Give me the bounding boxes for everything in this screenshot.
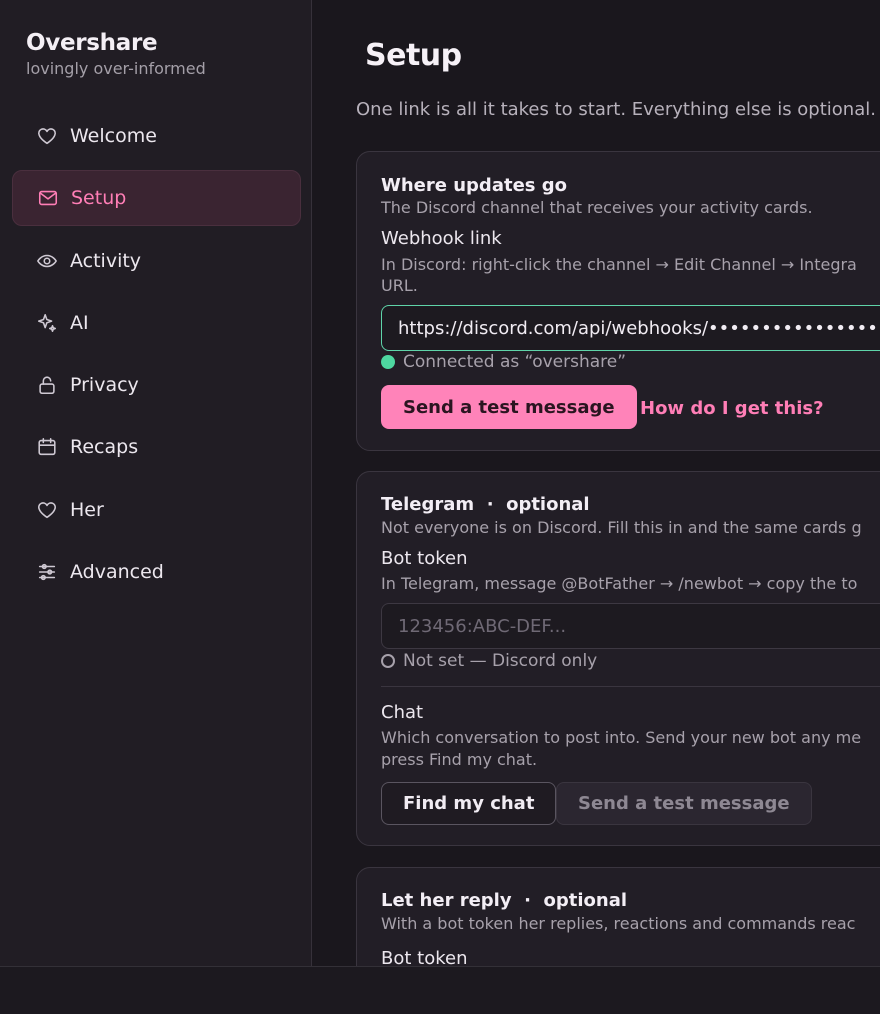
card-title: Let her reply · optional — [381, 890, 628, 911]
sidebar-item-label: Privacy — [70, 374, 139, 397]
connected-dot-icon — [381, 355, 395, 369]
sidebar: Overshare lovingly over-informed Welcome… — [0, 0, 312, 966]
sidebar-item-advanced[interactable]: Advanced — [12, 544, 301, 600]
chat-label: Chat — [381, 702, 424, 723]
mail-icon — [36, 186, 60, 210]
card-title: Where updates go — [381, 175, 568, 196]
bottom-bar — [0, 966, 880, 1014]
find-my-chat-button[interactable]: Find my chat — [381, 782, 557, 825]
lock-icon — [35, 373, 59, 397]
eye-icon — [35, 249, 59, 273]
webhook-help-cont: URL. — [381, 276, 418, 295]
sidebar-item-recaps[interactable]: Recaps — [12, 419, 301, 475]
status-text: Connected as “overshare” — [403, 352, 627, 372]
bot-token-label: Bot token — [381, 948, 468, 966]
calendar-icon — [35, 435, 59, 459]
chat-help: Which conversation to post into. Send yo… — [381, 728, 862, 747]
sidebar-item-label: Her — [70, 498, 104, 521]
not-set-dot-icon — [381, 654, 395, 668]
telegram-send-test-button[interactable]: Send a test message — [556, 782, 812, 825]
card-description: The Discord channel that receives your a… — [381, 198, 813, 217]
sidebar-item-label: Advanced — [70, 561, 164, 584]
sparkle-icon — [35, 311, 59, 335]
discord-status: Connected as “overshare” — [381, 352, 626, 372]
chat-help-cont: press Find my chat. — [381, 750, 538, 769]
divider — [381, 686, 880, 687]
heart-icon — [35, 498, 59, 522]
bot-token-input[interactable]: 123456:ABC-DEF... — [381, 603, 880, 649]
app-title: Overshare — [26, 30, 158, 56]
discord-card: Where updates go The Discord channel tha… — [356, 151, 880, 451]
sidebar-item-setup[interactable]: Setup — [12, 170, 301, 227]
card-description: Not everyone is on Discord. Fill this in… — [381, 518, 862, 537]
send-test-message-button[interactable]: Send a test message — [381, 385, 637, 429]
sidebar-item-label: Welcome — [70, 125, 157, 147]
main-content: Setup One link is all it takes to start.… — [313, 0, 880, 966]
telegram-status: Not set — Discord only — [381, 651, 597, 671]
page-title: Setup — [365, 38, 462, 73]
brand: Overshare lovingly over-informed — [26, 30, 206, 78]
sidebar-item-label: AI — [70, 311, 89, 334]
help-link[interactable]: How do I get this? — [640, 398, 824, 419]
telegram-card: Telegram · optional Not everyone is on D… — [356, 471, 880, 846]
sidebar-item-welcome[interactable]: Welcome — [12, 108, 301, 164]
sidebar-item-her[interactable]: Her — [12, 482, 301, 538]
sidebar-item-label: Recaps — [70, 436, 139, 459]
webhook-help: In Discord: right-click the channel → Ed… — [381, 255, 857, 274]
webhook-label: Webhook link — [381, 228, 502, 249]
sidebar-item-ai[interactable]: AI — [12, 295, 301, 351]
sidebar-item-label: Activity — [70, 249, 142, 272]
bot-token-label: Bot token — [381, 548, 468, 569]
sidebar-item-activity[interactable]: Activity — [12, 233, 301, 289]
reply-card: Let her reply · optional With a bot toke… — [356, 867, 880, 966]
page-subtitle: One link is all it takes to start. Every… — [356, 99, 876, 120]
card-description: With a bot token her replies, reactions … — [381, 914, 856, 933]
webhook-input[interactable]: https://discord.com/api/webhooks/•••••••… — [381, 305, 880, 351]
card-title: Telegram · optional — [381, 494, 590, 515]
app-subtitle: lovingly over-informed — [26, 59, 206, 78]
sidebar-item-label: Setup — [71, 187, 127, 210]
bot-token-help: In Telegram, message @BotFather → /newbo… — [381, 574, 858, 593]
heart-icon — [35, 124, 59, 148]
sidebar-nav: Welcome Setup Activity AI Privacy Recaps… — [12, 108, 301, 606]
sliders-icon — [35, 560, 59, 584]
status-text: Not set — Discord only — [403, 651, 598, 671]
sidebar-item-privacy[interactable]: Privacy — [12, 357, 301, 413]
